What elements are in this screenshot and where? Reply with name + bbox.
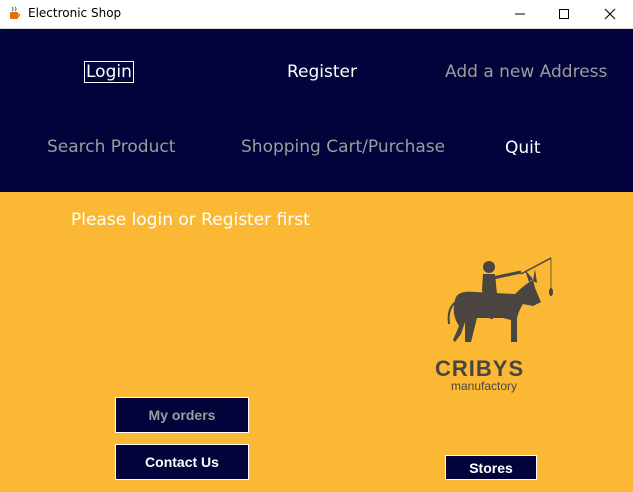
close-button[interactable]: [587, 0, 633, 28]
my-orders-label: My orders: [148, 407, 216, 423]
contact-us-label: Contact Us: [145, 454, 219, 470]
quit-link[interactable]: Quit: [505, 138, 541, 158]
window-titlebar: Electronic Shop: [0, 0, 633, 29]
nav-panel: Login Register Add a new Address Search …: [0, 29, 633, 192]
contact-us-button[interactable]: Contact Us: [115, 444, 249, 480]
java-cup-icon: [10, 6, 21, 19]
login-prompt: Please login or Register first: [71, 210, 310, 230]
content-panel: Please login or Register first CRIBYS ma…: [0, 192, 633, 492]
add-address-link[interactable]: Add a new Address: [445, 62, 607, 82]
logo-subtitle: manufactory: [451, 379, 518, 393]
login-link[interactable]: Login: [84, 61, 134, 83]
minimize-icon: [515, 13, 525, 15]
window-title: Electronic Shop: [28, 6, 122, 20]
my-orders-button[interactable]: My orders: [115, 397, 249, 433]
close-icon: [604, 8, 616, 20]
search-product-link[interactable]: Search Product: [47, 137, 175, 157]
minimize-button[interactable]: [497, 0, 543, 28]
shopping-cart-link[interactable]: Shopping Cart/Purchase: [241, 137, 445, 157]
stores-button[interactable]: Stores: [445, 455, 537, 480]
register-link[interactable]: Register: [287, 62, 357, 82]
maximize-button[interactable]: [541, 0, 587, 28]
stores-label: Stores: [469, 459, 513, 476]
maximize-icon: [559, 9, 569, 19]
